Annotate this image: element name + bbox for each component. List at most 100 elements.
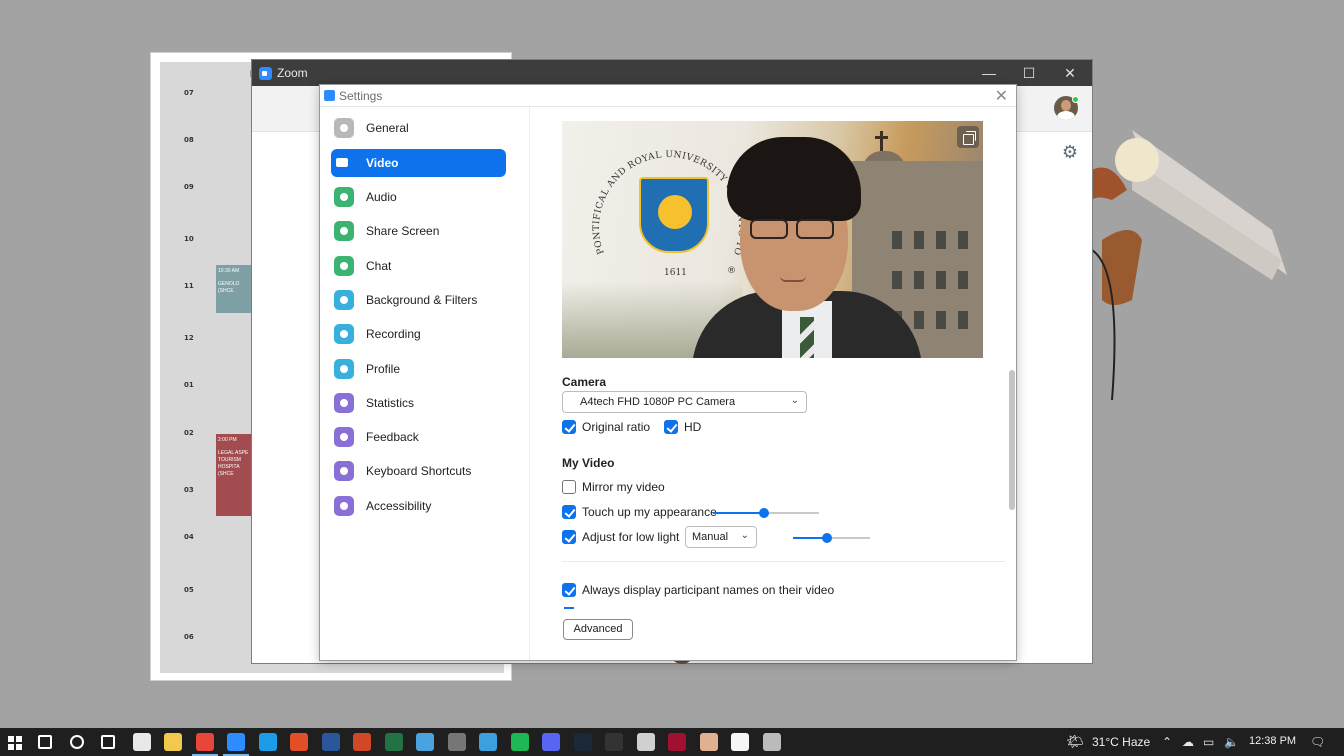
word-icon[interactable] [321,733,340,751]
calendar-event[interactable]: 2:00 PM LEGAL ASPE TOURISM HOSPITA (SHCE [216,434,252,516]
advanced-button[interactable]: Advanced [563,619,633,640]
calendar-hour: 02 [184,429,194,437]
discord-icon[interactable] [542,733,560,751]
close-icon[interactable]: ✕ [995,86,1008,106]
app-icon-6[interactable] [699,733,718,751]
settings-dialog: Settings ✕ General Video Audio Share Screen… [319,84,1017,661]
sidebar-item-general[interactable]: General [331,114,506,142]
app-icon-2[interactable] [447,733,466,751]
steam-icon[interactable] [573,733,592,751]
mirror-video-checkbox[interactable]: Mirror my video [562,479,682,497]
sidebar-item-recording[interactable]: Recording [331,320,506,348]
edge-icon[interactable] [258,733,277,751]
sidebar-item-share-screen[interactable]: Share Screen [331,217,506,245]
person-hair [727,137,861,221]
seal-sun [658,195,692,229]
close-button[interactable]: ✕ [1050,60,1090,86]
camera-select[interactable]: A4tech FHD 1080P PC Camera ⌄ [562,391,807,413]
camera-select-value: A4tech FHD 1080P PC Camera [580,396,736,408]
sidebar-item-statistics[interactable]: Statistics [331,389,506,417]
sidebar-item-video[interactable]: Video [331,149,506,177]
sidebar-item-label: Recording [366,327,421,341]
volume-icon[interactable]: 🔈 [1224,735,1239,749]
slider-knob[interactable] [821,533,832,543]
search-icon[interactable] [38,735,52,749]
camera-preview: PONTIFICAL AND ROYAL UNIVERSITY OF SANTO… [562,121,983,358]
event-title: GENOLO (SHCE [218,281,240,294]
camera-label: Camera [562,375,607,389]
profile-icon [334,359,354,379]
minimize-button[interactable]: — [969,60,1009,86]
sidebar-item-chat[interactable]: Chat [331,252,506,280]
checkbox-icon[interactable] [664,420,678,434]
notion-icon[interactable] [731,733,749,751]
gear-icon [334,118,354,138]
sidebar-item-accessibility[interactable]: Accessibility [331,492,506,520]
notifications-icon[interactable]: 🗨 [1310,735,1325,749]
checkbox-icon[interactable] [562,583,576,597]
onedrive-icon[interactable]: ☁ [1182,735,1194,749]
sidebar-item-keyboard-shortcuts[interactable]: Keyboard Shortcuts [331,457,506,485]
calendar-event[interactable]: 10:30 AM GENOLO (SHCE [216,265,252,313]
network-icon[interactable]: ▭ [1203,735,1214,749]
touch-up-slider[interactable] [713,506,819,520]
zoom-icon[interactable] [227,733,245,751]
weather-icon[interactable]: 🌤 [1066,733,1084,750]
office-icon[interactable] [290,733,308,751]
slider-knob[interactable] [758,508,769,518]
calendar-hour: 12 [184,334,194,342]
sidebar-item-label: General [366,121,409,135]
checkbox-icon[interactable] [562,505,576,519]
app-icon-4[interactable] [636,733,655,751]
hd-checkbox[interactable]: HD [664,419,714,437]
low-light-mode-select[interactable]: Manual ⌄ [685,526,757,548]
task-view-icon[interactable] [101,735,115,749]
excel-icon[interactable] [384,733,403,751]
sidebar-item-background-filters[interactable]: Background & Filters [331,286,506,314]
app-icon-3[interactable] [479,733,497,751]
always-display-names-checkbox[interactable]: Always display participant names on thei… [562,582,835,600]
sidebar-item-label: Share Screen [366,224,440,238]
app-icon-7[interactable] [762,733,781,751]
weather-text[interactable]: 31°C Haze [1092,735,1150,749]
low-light-slider[interactable] [793,531,870,545]
copy-icon[interactable] [957,126,979,148]
file-explorer-icon[interactable] [164,733,182,751]
app-icon[interactable] [416,733,434,751]
clock[interactable]: 12:38 PM [1249,735,1296,747]
sidebar-item-feedback[interactable]: Feedback [331,423,506,451]
maximize-button[interactable]: ☐ [1009,60,1049,86]
cortana-icon[interactable] [69,735,84,749]
taskbar: 🌤 31°C Haze ⌃ ☁ ▭ 🔈 12:38 PM 🗨 [0,728,1344,756]
feedback-smile-icon [334,427,354,447]
scrollbar[interactable] [1009,370,1015,510]
checkbox-icon[interactable] [562,480,576,494]
spotify-icon[interactable] [510,733,529,751]
touch-up-checkbox[interactable]: Touch up my appearance [562,504,717,522]
zoom-logo-icon [259,67,272,80]
gear-icon[interactable]: ⚙ [1062,142,1078,163]
epic-games-icon[interactable] [605,733,623,751]
checkbox-icon[interactable] [562,420,576,434]
next-checkbox-partial [564,607,574,609]
windows-start-icon[interactable] [8,736,22,750]
original-ratio-checkbox[interactable]: Original ratio [562,419,662,437]
sidebar-item-profile[interactable]: Profile [331,355,506,383]
low-light-checkbox[interactable]: Adjust for low light [562,529,682,547]
always-display-names-label: Always display participant names on thei… [582,583,835,597]
sidebar-item-label: Keyboard Shortcuts [366,464,472,478]
calendar-hour: 09 [184,183,194,191]
chevron-up-icon[interactable]: ⌃ [1162,735,1172,749]
sidebar-item-audio[interactable]: Audio [331,183,506,211]
sidebar-item-label: Chat [366,259,392,273]
event-title: LEGAL ASPE TOURISM HOSPITA (SHCE [218,450,249,477]
store-icon[interactable] [132,733,151,751]
settings-title-bar: Settings ✕ [320,85,1016,107]
event-time: 2:00 PM [218,437,237,443]
chrome-icon[interactable] [195,733,214,751]
person-glasses [750,219,840,241]
checkbox-icon[interactable] [562,530,576,544]
app-icon-5[interactable] [668,733,686,751]
chat-icon [334,256,354,276]
powerpoint-icon[interactable] [353,733,371,751]
